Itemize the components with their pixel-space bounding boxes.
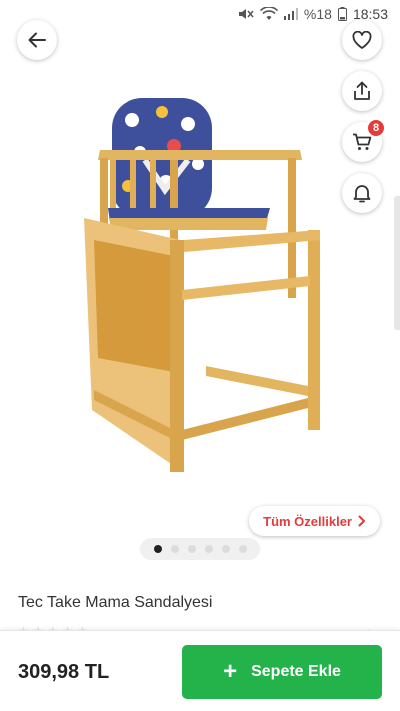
edge-panel-handle[interactable] xyxy=(394,196,400,330)
pager-dot[interactable] xyxy=(221,545,230,553)
heart-icon xyxy=(352,31,372,49)
mute-icon xyxy=(238,9,254,19)
notify-button[interactable] xyxy=(342,173,382,213)
battery-icon xyxy=(337,7,347,21)
back-arrow-icon xyxy=(28,32,46,48)
bottom-bar: 309,98 TL + Sepete Ekle xyxy=(0,630,400,711)
product-title: Tec Take Mama Sandalyesi xyxy=(18,594,213,611)
product-image[interactable] xyxy=(70,90,330,480)
pager-dot[interactable] xyxy=(187,545,196,553)
share-button[interactable] xyxy=(342,71,382,111)
status-bar: %18 18:53 xyxy=(0,0,400,28)
plus-icon: + xyxy=(223,658,238,685)
chevron-right-icon xyxy=(358,515,365,527)
share-icon xyxy=(354,81,370,100)
bell-icon xyxy=(353,185,371,203)
signal-icon xyxy=(283,8,298,20)
product-price: 309,98 TL xyxy=(18,661,110,683)
favorite-button[interactable] xyxy=(342,20,382,60)
all-features-label: Tüm Özellikler xyxy=(263,513,352,529)
pager-dot[interactable] xyxy=(153,545,162,553)
pager-dot[interactable] xyxy=(170,545,179,553)
image-pager xyxy=(140,538,260,560)
back-button[interactable] xyxy=(17,20,57,60)
pager-dot[interactable] xyxy=(238,545,247,553)
battery-percent: %18 xyxy=(303,6,332,22)
pager-dot[interactable] xyxy=(204,545,213,553)
cart-count-badge: 8 xyxy=(366,118,386,138)
all-features-link[interactable]: Tüm Özellikler xyxy=(249,506,380,536)
add-to-cart-button[interactable]: + Sepete Ekle xyxy=(182,645,382,699)
wifi-icon xyxy=(259,7,278,20)
add-to-cart-label: Sepete Ekle xyxy=(251,663,341,680)
cart-button[interactable]: 8 xyxy=(342,118,386,162)
